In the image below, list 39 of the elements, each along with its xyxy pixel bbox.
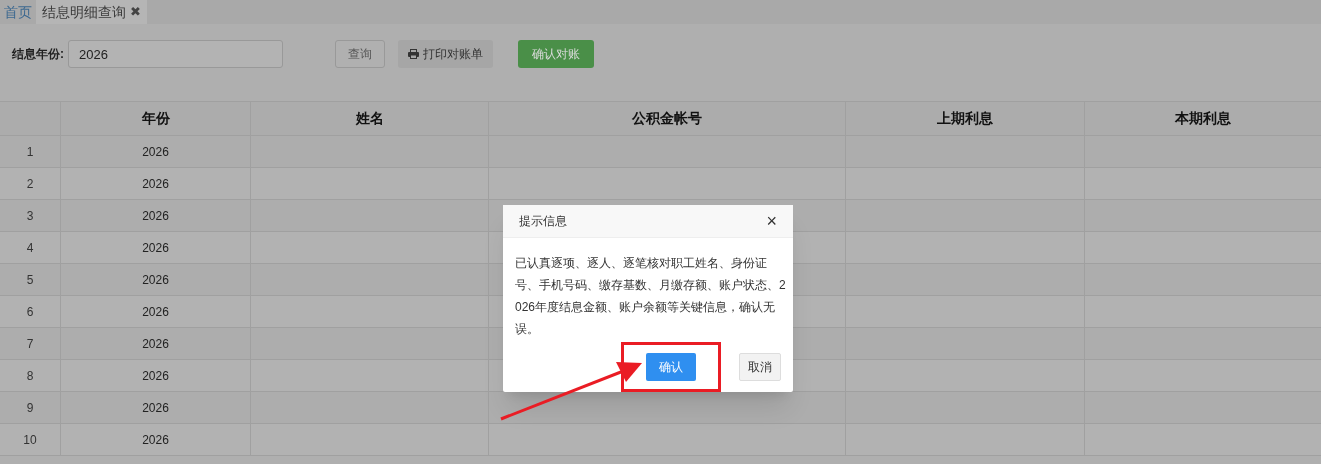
confirm-button[interactable]: 确认对账 (518, 40, 594, 68)
row-number: 1 (26, 143, 34, 161)
close-icon[interactable]: × (766, 212, 777, 230)
column-header: 公积金帐号 (632, 109, 702, 128)
table-cell-text: 2026 (142, 239, 169, 257)
row-number: 9 (26, 399, 34, 417)
row-number: 8 (26, 367, 34, 385)
confirm-button[interactable]: 确认 (646, 353, 696, 381)
column-header: 年份 (141, 109, 170, 128)
table-cell-text: 2026 (142, 271, 169, 289)
dialog-message: 已认真逐项、逐人、逐笔核对职工姓名、身份证号、手机号码、缴存基数、月缴存额、账户状态、2026年度结息金额、账户余额等关键信息，确认无误。 (515, 255, 787, 338)
column-header: 姓名 (355, 109, 384, 128)
table-cell-text: 2026 (142, 399, 169, 417)
table-cell-text: 2026 (142, 367, 169, 385)
button-label: 打印对账单 (423, 46, 483, 63)
column-header: 本期利息 (1175, 109, 1231, 128)
row-number: 5 (26, 271, 34, 289)
row-number: 2 (26, 175, 34, 193)
table-cell-text: 2026 (142, 175, 169, 193)
printer-icon (408, 49, 419, 59)
tab[interactable]: 结息明细查询 ✖ (36, 0, 147, 24)
year-field[interactable]: 2026 (68, 40, 283, 68)
dialog-title: 提示信息 (519, 213, 567, 230)
field-label: 结息年份: (12, 46, 64, 63)
row-number: 7 (26, 335, 34, 353)
cancel-button[interactable]: 取消 (739, 353, 781, 381)
column-header: 上期利息 (937, 109, 993, 128)
row-number: 10 (23, 431, 37, 449)
row-number: 3 (26, 207, 34, 225)
row-number: 4 (26, 239, 34, 257)
table-cell-text: 2026 (142, 207, 169, 225)
table-cell-text: 2026 (142, 303, 169, 321)
close-icon[interactable]: ✖ (130, 2, 141, 22)
table-cell-text: 2026 (142, 335, 169, 353)
row-number: 6 (26, 303, 34, 321)
table-cell-text: 2026 (142, 143, 169, 161)
table-cell-text: 2026 (142, 431, 169, 449)
print-button[interactable]: 打印对账单 (398, 40, 493, 68)
query-button[interactable]: 查询 (335, 40, 385, 68)
